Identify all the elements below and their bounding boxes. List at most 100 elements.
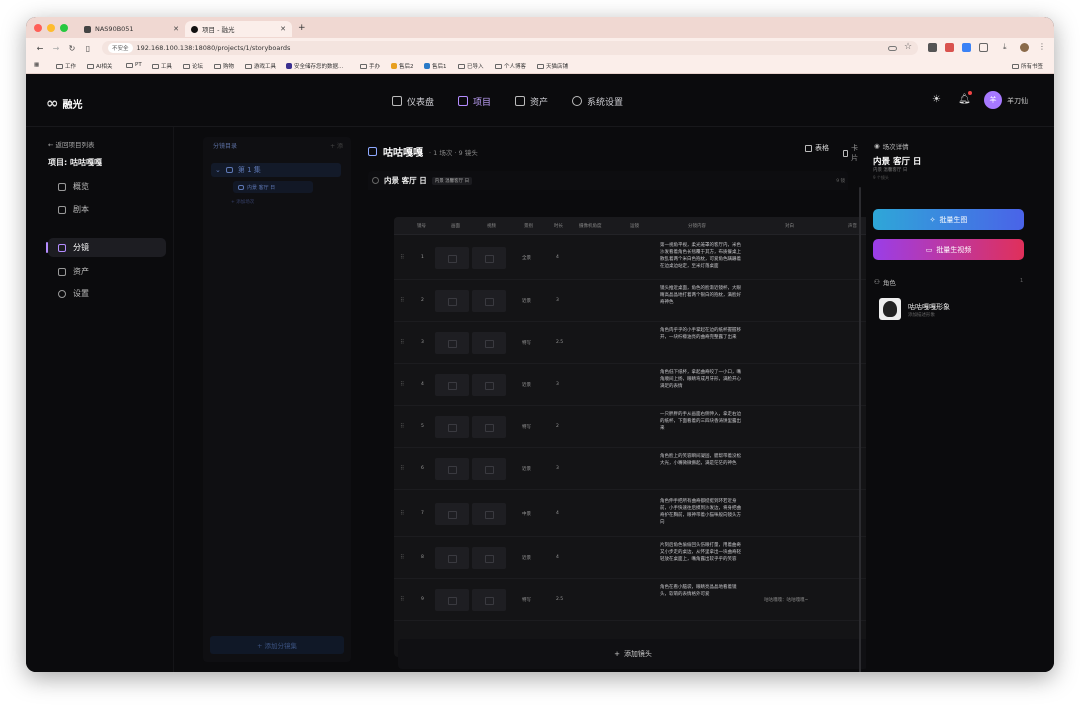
- profile-avatar-icon[interactable]: [1020, 43, 1029, 52]
- new-tab-button[interactable]: +: [298, 23, 306, 33]
- nav-assets[interactable]: 资产: [515, 93, 548, 109]
- image-placeholder-icon[interactable]: [435, 503, 469, 525]
- add-scene-link[interactable]: + 添加场次: [231, 199, 254, 205]
- drag-handle-icon[interactable]: ⠿: [400, 596, 404, 603]
- forward-icon[interactable]: →: [48, 44, 64, 53]
- video-placeholder-icon[interactable]: [472, 547, 506, 569]
- nav-projects[interactable]: 项目: [458, 93, 491, 109]
- drag-handle-icon[interactable]: ⠿: [400, 465, 404, 472]
- shot-description[interactable]: 角色脸上的笑容瞬间凝固，腮帮带着没松大光，小嘴微微撅起，满是茫茫的神色: [660, 453, 744, 467]
- image-placeholder-icon[interactable]: [435, 416, 469, 438]
- extension-blue-icon[interactable]: [962, 43, 971, 52]
- vertical-scrollbar[interactable]: [859, 187, 861, 672]
- bookmark-folder[interactable]: 购物: [214, 62, 234, 70]
- sidebar-item-overview[interactable]: 概览: [48, 177, 166, 196]
- drag-handle-icon[interactable]: ⠿: [400, 381, 404, 388]
- bookmark-folder[interactable]: AI相关: [87, 62, 112, 70]
- table-row[interactable]: ⠿ 6 近景 3 角色脸上的笑容瞬间凝固，腮帮带着没松大光，小嘴微微撅起，满是茫茫的神色: [394, 448, 869, 490]
- video-placeholder-icon[interactable]: [472, 589, 506, 611]
- extensions-puzzle-icon[interactable]: [979, 43, 988, 52]
- character-name[interactable]: 咕咕嘎嘎形象: [908, 302, 950, 312]
- close-tab-icon[interactable]: ✕: [280, 25, 286, 33]
- image-placeholder-icon[interactable]: [435, 332, 469, 354]
- reload-icon[interactable]: ↻: [64, 44, 80, 53]
- bookmark-folder[interactable]: 天猫店铺: [537, 62, 568, 70]
- back-icon[interactable]: ←: [32, 44, 48, 53]
- batch-generate-image-button[interactable]: ✧ 批量生图: [873, 209, 1024, 230]
- bookmark-folder[interactable]: PT: [126, 62, 142, 68]
- drag-handle-icon[interactable]: ⠿: [400, 423, 404, 430]
- scene-item[interactable]: 内景 客厅 日: [233, 181, 313, 193]
- app-logo[interactable]: ∞ 融光: [46, 94, 83, 112]
- sidebar-item-assets[interactable]: 资产: [48, 262, 166, 281]
- close-tab-icon[interactable]: ✕: [173, 25, 179, 33]
- image-placeholder-icon[interactable]: [435, 290, 469, 312]
- maximize-window-button[interactable]: [60, 23, 68, 32]
- security-badge[interactable]: 不安全: [108, 43, 133, 53]
- add-storyboard-group-button[interactable]: + 添加分镜集: [210, 636, 344, 654]
- bookmark-star-icon[interactable]: ☆: [904, 42, 912, 52]
- video-placeholder-icon[interactable]: [472, 503, 506, 525]
- sidebar-toggle-icon[interactable]: ▯: [80, 44, 96, 53]
- sidebar-item-script[interactable]: 剧本: [48, 200, 166, 219]
- user-avatar[interactable]: 羊: [984, 91, 1002, 109]
- minimize-window-button[interactable]: [47, 23, 55, 32]
- image-placeholder-icon[interactable]: [435, 458, 469, 480]
- shot-description[interactable]: 角色在看小脑袋，眼睛亮晶晶地看着镜头，软萌的表情格外可爱: [660, 584, 744, 598]
- shot-description[interactable]: 一只胖胖的手从画面右侧伸入，拿走右边的纸杯，下面看着的三四块香涛饼里露出来: [660, 411, 744, 432]
- character-thumbnail[interactable]: [879, 298, 901, 320]
- video-placeholder-icon[interactable]: [472, 247, 506, 269]
- theme-sun-icon[interactable]: ☀: [932, 94, 941, 105]
- shot-description[interactable]: 第一视角平视，柔光笼罩的客厅内，米色沙发看着角色长毯覆于其方，布质餐桌上散乱着两…: [660, 242, 744, 270]
- directory-add-button[interactable]: + 添: [330, 141, 343, 150]
- video-placeholder-icon[interactable]: [472, 290, 506, 312]
- video-placeholder-icon[interactable]: [472, 332, 506, 354]
- address-bar[interactable]: 不安全 192.168.100.138:18080/projects/1/sto…: [102, 41, 918, 55]
- video-placeholder-icon[interactable]: [472, 416, 506, 438]
- shot-description[interactable]: 角色伸手把所有曲奇都挺挺到环若近身前，小手快速往后摸到沙发边，将身把曲奇护在胸前…: [660, 498, 744, 526]
- scene-header[interactable]: 内景 客厅 日 内景 温馨客厅 日 9 镜: [368, 171, 848, 190]
- view-card-toggle[interactable]: 卡片: [843, 143, 860, 163]
- image-placeholder-icon[interactable]: [435, 247, 469, 269]
- drag-handle-icon[interactable]: ⠿: [400, 297, 404, 304]
- bookmark-folder[interactable]: 工作: [56, 62, 76, 70]
- browser-tab-nas[interactable]: NAS90B051 ✕: [78, 21, 185, 37]
- table-row[interactable]: ⠿ 3 特写 2.5 角色肉乎乎的小手掌起在边的纸杯握握移开，一块柠檬油亮的曲奇完整露了…: [394, 322, 869, 364]
- table-row[interactable]: ⠿ 1 全景 4 第一视角平视，柔光笼罩的客厅内，米色沙发看着角色长毯覆于其方，布质餐桌…: [394, 235, 869, 280]
- bookmark-link[interactable]: 售后2: [391, 62, 414, 70]
- view-table-toggle[interactable]: 表格: [805, 143, 829, 153]
- shot-description[interactable]: 角色低下纸杯，拿起曲奇咬了一小口，嘴角顺间上扬，眼睛弯成月牙形，满脸开心满足的表…: [660, 369, 744, 390]
- shot-description[interactable]: 镜头推近桌面，角色的脸渐近镜杯，大眼睛高晶晶地打着两个银白的抱枕，满脸好奇神色: [660, 285, 744, 306]
- back-to-projects-link[interactable]: ← 返回项目列表: [48, 139, 95, 149]
- sidebar-item-settings[interactable]: 设置: [48, 284, 166, 303]
- password-key-icon[interactable]: [888, 46, 897, 51]
- video-placeholder-icon[interactable]: [472, 458, 506, 480]
- menu-kebab-icon[interactable]: ⋮: [1038, 42, 1046, 51]
- drag-handle-icon[interactable]: ⠿: [400, 510, 404, 517]
- table-row[interactable]: ⠿ 2 近景 3 镜头推近桌面，角色的脸渐近镜杯，大眼睛高晶晶地打着两个银白的抱枕，满脸…: [394, 280, 869, 322]
- user-name[interactable]: 羊刀仙: [1007, 96, 1028, 106]
- image-placeholder-icon[interactable]: [435, 374, 469, 396]
- drag-handle-icon[interactable]: ⠿: [400, 254, 404, 261]
- apps-grid-icon[interactable]: ▦: [34, 62, 39, 68]
- nav-dashboard[interactable]: 仪表盘: [392, 93, 434, 109]
- sidebar-item-storyboard[interactable]: 分镜: [46, 238, 166, 257]
- all-bookmarks-folder[interactable]: 所有书签: [1012, 62, 1043, 70]
- drag-handle-icon[interactable]: ⠿: [400, 554, 404, 561]
- table-row[interactable]: ⠿ 9 特写 2.5 角色在看小脑袋，眼睛亮晶晶地看着镜头，软萌的表情格外可爱 咕咕嘎嘎：…: [394, 579, 869, 621]
- notification-bell-icon[interactable]: 🔔︎: [958, 94, 971, 105]
- bookmark-folder[interactable]: 已导入: [458, 62, 484, 70]
- table-row[interactable]: ⠿ 4 近景 3 角色低下纸杯，拿起曲奇咬了一小口，嘴角顺间上扬，眼睛弯成月牙形，满脸开…: [394, 364, 869, 406]
- bookmark-link[interactable]: 售后1: [424, 62, 447, 70]
- bookmark-folder[interactable]: 工具: [152, 62, 172, 70]
- table-row[interactable]: ⠿ 8 近景 4 片刻后角色偷偷回头伤眼打量，用着曲奇又小步走的桌边，从怀里拿出一块曲奇…: [394, 537, 869, 579]
- bookmark-folder[interactable]: 手办: [360, 62, 380, 70]
- bookmark-folder[interactable]: 个人博客: [495, 62, 526, 70]
- bookmark-link[interactable]: 安全储存您的数据...: [286, 62, 343, 70]
- add-shot-button[interactable]: + 添加镜头: [398, 639, 868, 669]
- episode-item[interactable]: ⌄ 第 1 集: [211, 163, 341, 177]
- shot-description[interactable]: 角色肉乎乎的小手掌起在边的纸杯握握移开，一块柠檬油亮的曲奇完整露了出来: [660, 327, 744, 341]
- batch-generate-video-button[interactable]: ▭ 批量生视频: [873, 239, 1024, 260]
- extension-red-icon[interactable]: [945, 43, 954, 52]
- drag-handle-icon[interactable]: ⠿: [400, 339, 404, 346]
